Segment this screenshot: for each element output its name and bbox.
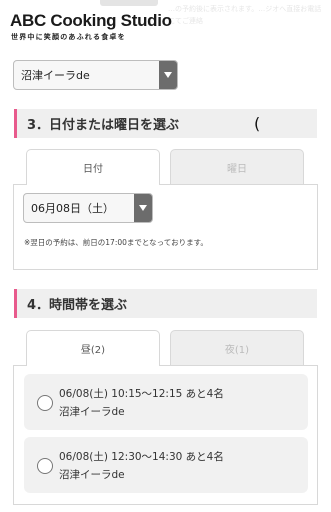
faded-notice-text: …の予約後に表示されます。…ジオへ直接お電話にてご連絡 (168, 5, 322, 25)
store-select-arrow[interactable] (159, 61, 177, 89)
tab-daytime-label: 昼(2) (80, 345, 106, 356)
date-select[interactable]: 06月08日（土） (23, 193, 153, 223)
tab-daytime[interactable]: 昼(2) (26, 330, 160, 366)
timeslot-time: 06/08(土) 10:15〜12:15 あと4名 (59, 388, 224, 400)
brand-logo[interactable]: ABC Cooking Studio (10, 11, 172, 31)
timeslot-studio: 沼津イーラde (59, 469, 125, 481)
tab-date[interactable]: 日付 (26, 149, 160, 185)
timeslot-option[interactable]: 06/08(土) 10:15〜12:15 あと4名 沼津イーラde (24, 374, 308, 430)
timeslot-time: 06/08(土) 12:30〜14:30 あと4名 (59, 451, 224, 463)
store-select-value: 沼津イーラde (21, 69, 90, 82)
timeslot-studio: 沼津イーラde (59, 406, 125, 418)
tab-night-label: 夜(1) (224, 345, 250, 356)
section-3-title: 3．日付または曜日を選ぶ (27, 118, 180, 133)
faded-button (100, 0, 158, 6)
date-select-value: 06月08日（土） (31, 202, 114, 215)
tab-weekday[interactable]: 曜日 (170, 149, 304, 185)
section-4-heading: 4．時間帯を選ぶ (14, 289, 317, 318)
date-select-arrow[interactable] (134, 194, 152, 222)
reservation-note: ※翌日の予約は、前日の17:00までとなっております。 (24, 238, 208, 247)
timeslot-option[interactable]: 06/08(土) 12:30〜14:30 あと4名 沼津イーラde (24, 437, 308, 493)
tab-weekday-label: 曜日 (227, 164, 247, 175)
section-4-title: 4．時間帯を選ぶ (27, 298, 128, 313)
radio-icon[interactable] (37, 458, 53, 474)
site-header: …の予約後に表示されます。…ジオへ直接お電話にてご連絡 ABC Cooking … (0, 0, 331, 48)
section-3-heading: 3．日付または曜日を選ぶ (14, 109, 317, 138)
brand-tagline: 世界中に笑顔のあふれる食卓を (11, 33, 126, 41)
chevron-down-icon (164, 72, 172, 78)
tab-night[interactable]: 夜(1) (170, 330, 304, 366)
stray-mark: ( (254, 114, 261, 133)
radio-icon[interactable] (37, 395, 53, 411)
tab-date-label: 日付 (83, 164, 103, 175)
chevron-down-icon (139, 205, 147, 211)
store-select[interactable]: 沼津イーラde (13, 60, 178, 90)
